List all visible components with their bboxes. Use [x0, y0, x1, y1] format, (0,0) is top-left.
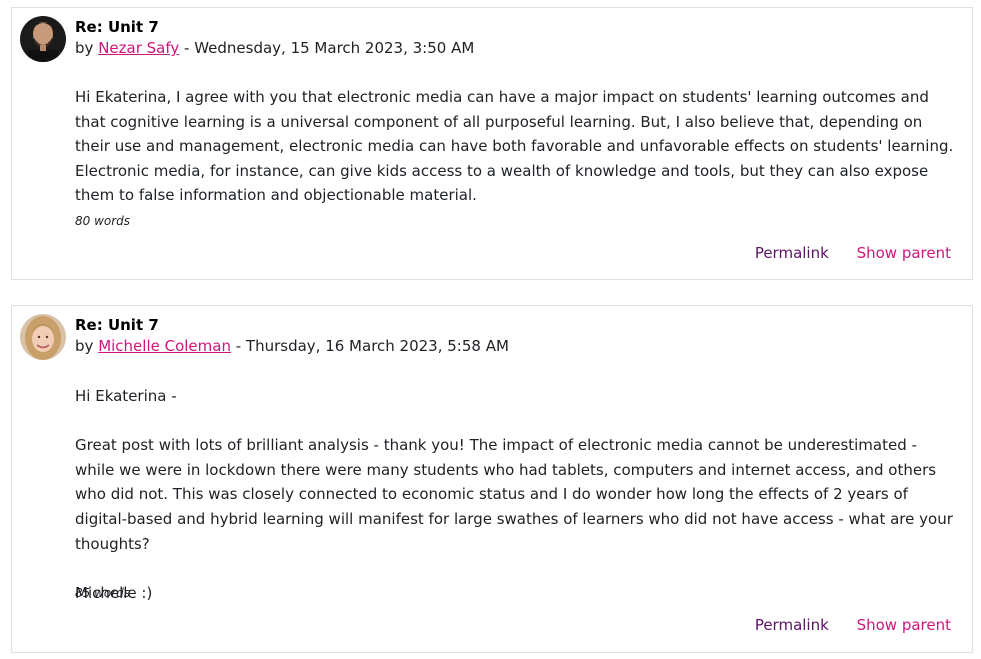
show-parent-link[interactable]: Show parent [857, 244, 951, 262]
post-subject: Re: Unit 7 [75, 18, 159, 36]
by-prefix: by [75, 337, 94, 355]
post-header: Re: Unit 7 by Nezar Safy - Wednesday, 15… [75, 17, 962, 59]
post-byline: by Michelle Coleman - Thursday, 16 March… [75, 335, 962, 357]
forum-post: Re: Unit 7 by Nezar Safy - Wednesday, 15… [11, 7, 973, 280]
post-paragraph: Hi Ekaterina, I agree with you that elec… [75, 88, 954, 205]
post-content: Hi Ekaterina, I agree with you that elec… [75, 85, 958, 208]
post-date: - Thursday, 16 March 2023, 5:58 AM [230, 337, 509, 355]
author-link[interactable]: Michelle Coleman [98, 337, 231, 355]
show-parent-link[interactable]: Show parent [857, 616, 951, 634]
post-content: Hi Ekaterina - Great post with lots of b… [75, 384, 958, 605]
post-paragraph: Hi Ekaterina - [75, 387, 177, 405]
permalink-link[interactable]: Permalink [755, 244, 829, 262]
word-count: 80 words [75, 214, 131, 228]
word-count: 85 words [75, 586, 131, 600]
forum-post: Re: Unit 7 by Michelle Coleman - Thursda… [11, 305, 973, 653]
post-paragraph: Michelle :) [75, 583, 153, 602]
post-subject: Re: Unit 7 [75, 316, 159, 334]
post-header: Re: Unit 7 by Michelle Coleman - Thursda… [75, 315, 962, 357]
post-actions: Permalink Show parent [732, 244, 951, 262]
post-byline: by Nezar Safy - Wednesday, 15 March 2023… [75, 37, 962, 59]
avatar[interactable] [20, 16, 66, 62]
avatar[interactable] [20, 314, 66, 360]
post-actions: Permalink Show parent [732, 616, 951, 634]
author-link[interactable]: Nezar Safy [98, 39, 179, 57]
author-photo-icon [20, 16, 66, 62]
post-paragraph: Great post with lots of brilliant analys… [75, 436, 953, 553]
permalink-link[interactable]: Permalink [755, 616, 829, 634]
post-date: - Wednesday, 15 March 2023, 3:50 AM [179, 39, 475, 57]
by-prefix: by [75, 39, 94, 57]
author-photo-icon [20, 314, 66, 360]
